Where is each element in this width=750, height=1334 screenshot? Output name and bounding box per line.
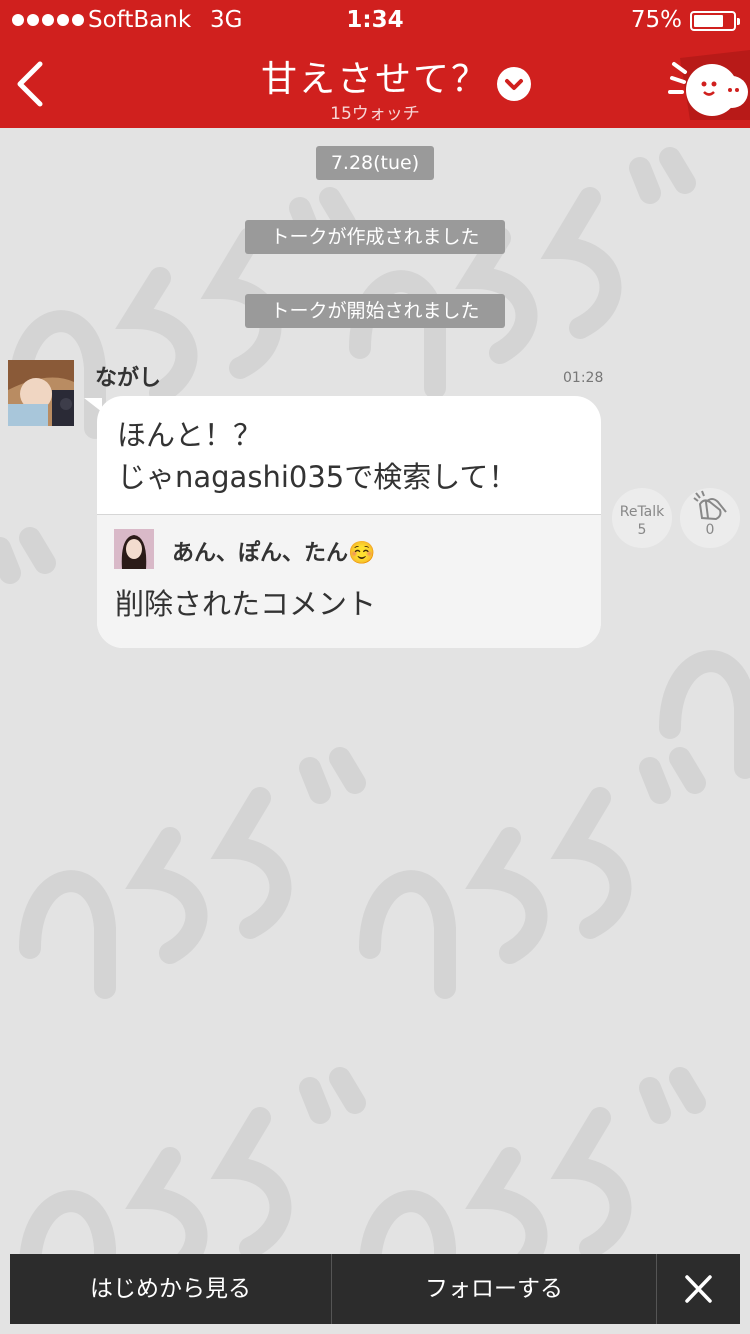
quoted-text: 削除されたコメント	[115, 587, 377, 621]
talk-title: 甘えさせて？	[260, 59, 489, 100]
chevron-down-icon	[505, 79, 523, 90]
sender-name[interactable]: ながし	[95, 360, 161, 392]
retalk-count: 5	[637, 522, 647, 538]
quoted-avatar-image	[114, 529, 154, 569]
mascot-menu-button[interactable]	[660, 50, 750, 124]
status-bar: SoftBank 3G 1:34 75%	[0, 0, 750, 40]
message-time: 01:28	[563, 370, 604, 386]
retalk-label: ReTalk	[619, 504, 665, 520]
quoted-user-avatar	[114, 529, 154, 569]
close-icon	[685, 1275, 712, 1303]
battery-percent: 75%	[630, 7, 682, 33]
date-separator: 7.28(tue)	[316, 146, 434, 180]
sender-avatar[interactable]	[8, 360, 74, 426]
watch-count: 15ウォッチ	[330, 104, 420, 124]
system-message: トークが作成されました	[245, 220, 505, 254]
clap-button[interactable]: 0	[680, 488, 740, 548]
retalk-button[interactable]: ReTalk 5	[612, 488, 672, 548]
avatar-image	[8, 360, 74, 426]
mascot-icon	[668, 50, 750, 120]
close-button[interactable]	[657, 1254, 740, 1324]
bottom-action-bar: はじめから見る フォローする	[10, 1254, 740, 1324]
battery-level	[694, 15, 723, 27]
clapping-hands-icon	[693, 490, 727, 521]
view-from-start-button[interactable]: はじめから見る	[10, 1254, 332, 1324]
follow-button[interactable]: フォローする	[332, 1254, 657, 1324]
clap-count: 0	[705, 522, 715, 538]
battery-icon	[690, 11, 740, 31]
quoted-user-name: あん、ぽん、たん☺️	[172, 541, 376, 566]
message-bubble[interactable]: ほんと！？ じゃnagashi035で検索して！ あん、ぽん、たん☺️ 削除され…	[97, 396, 601, 648]
message-text: じゃnagashi035で検索して！	[117, 460, 518, 494]
message-text: ほんと！？	[117, 418, 263, 452]
header-bar: SoftBank 3G 1:34 75% 甘えさせて？ 15ウォッチ	[0, 0, 750, 128]
system-message: トークが開始されました	[245, 294, 505, 328]
quoted-comment[interactable]: あん、ぽん、たん☺️ 削除されたコメント	[97, 514, 601, 648]
title-dropdown-button[interactable]	[497, 67, 531, 101]
